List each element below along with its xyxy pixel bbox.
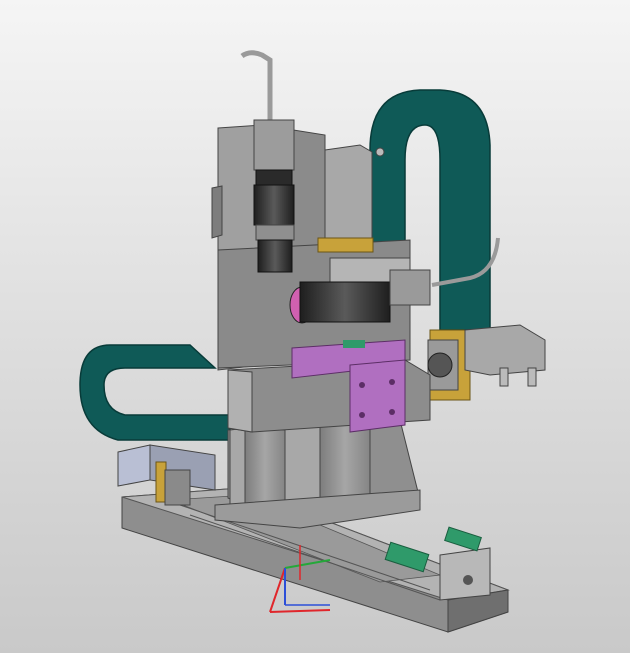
cad-3d-viewport[interactable] [0, 0, 630, 653]
left-cable-chain [79, 344, 231, 441]
rail-end-block [439, 547, 491, 601]
vertical-column [214, 417, 421, 529]
rail-limit-sensor-2 [444, 526, 482, 552]
cad-model-canvas[interactable] [0, 0, 630, 653]
x-axis-servo-motor [427, 324, 546, 401]
